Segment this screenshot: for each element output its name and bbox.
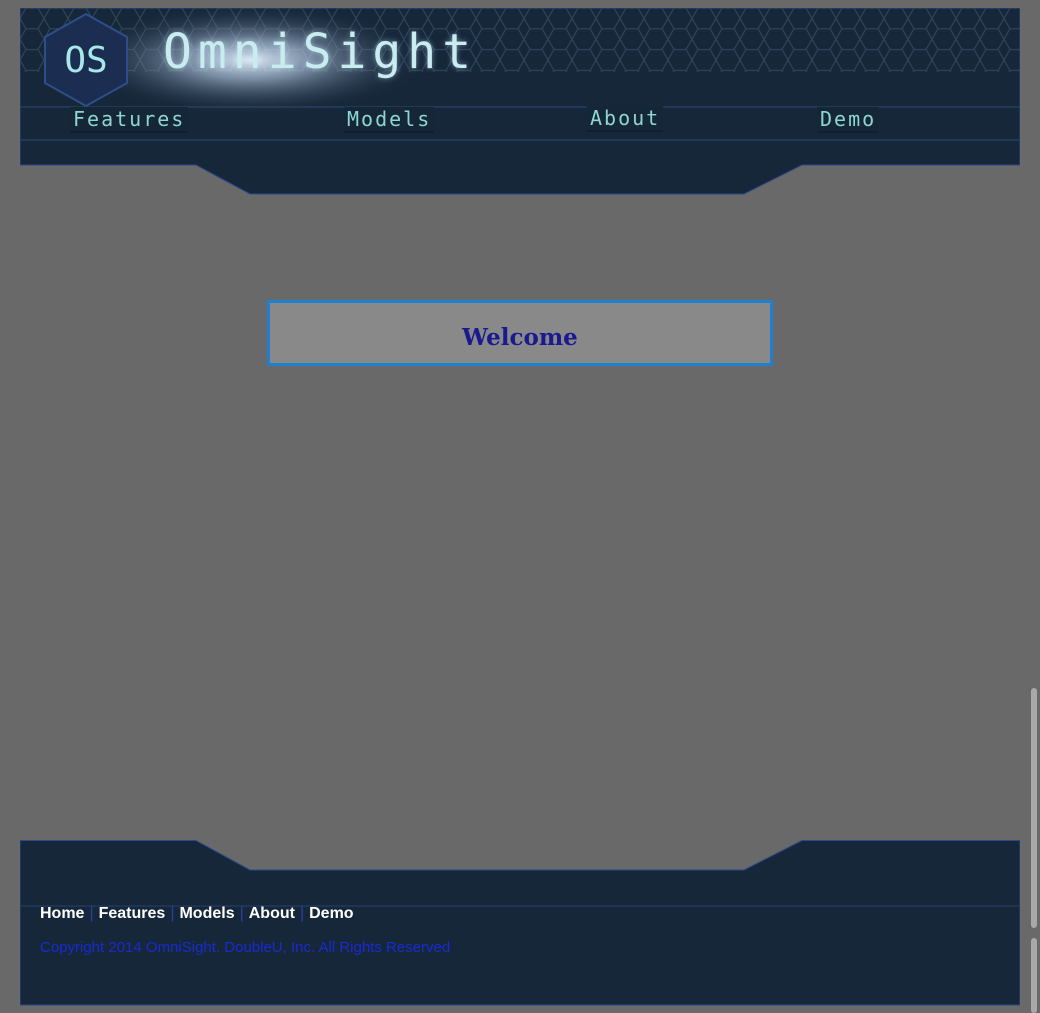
- welcome-title: Welcome: [462, 323, 578, 351]
- logo-text: OS: [64, 40, 107, 81]
- footer-separator: |: [299, 905, 305, 922]
- footer-link-about[interactable]: About: [249, 905, 295, 922]
- footer-separator: |: [170, 905, 175, 922]
- page: OS OmniSight Features Models About Demo …: [0, 0, 1040, 1013]
- footer-frame: [20, 840, 1020, 1006]
- nav-about[interactable]: About: [587, 106, 664, 132]
- footer-link-demo[interactable]: Demo: [309, 905, 353, 922]
- copyright-text: Copyright 2014 OmniSight. DoubleU, Inc. …: [40, 939, 451, 956]
- nav-models[interactable]: Models: [344, 107, 435, 133]
- logo[interactable]: OS: [43, 12, 129, 108]
- footer-link-models[interactable]: Models: [179, 905, 234, 922]
- footer-link-features[interactable]: Features: [99, 905, 166, 922]
- welcome-panel: Welcome: [267, 300, 773, 366]
- footer-nav: Home | Features | Models | About | Demo: [40, 905, 354, 923]
- scrollbar-thumb[interactable]: [1031, 688, 1037, 928]
- brand-name[interactable]: OmniSight: [163, 24, 477, 80]
- footer-separator: |: [239, 905, 244, 922]
- site-footer: Home | Features | Models | About | Demo Copyrigh…: [20, 840, 1020, 1006]
- nav-demo[interactable]: Demo: [817, 107, 880, 133]
- site-header: OS OmniSight Features Models About Demo: [20, 8, 1020, 195]
- footer-link-home[interactable]: Home: [40, 905, 84, 922]
- nav-features[interactable]: Features: [70, 107, 189, 133]
- scrollbar-thumb-lower[interactable]: [1031, 938, 1037, 1013]
- footer-separator: |: [89, 905, 94, 922]
